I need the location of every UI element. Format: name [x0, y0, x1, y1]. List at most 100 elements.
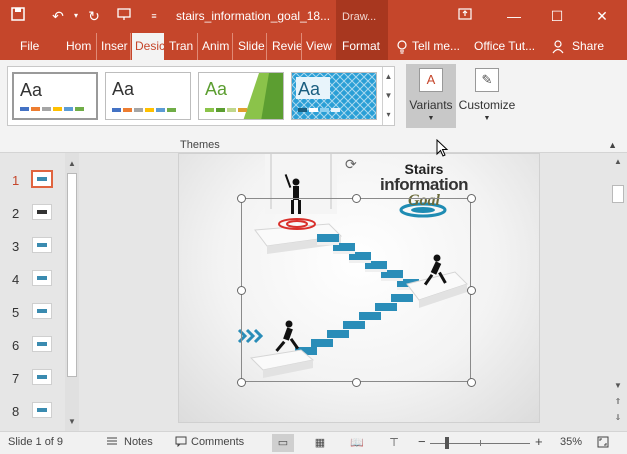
zoom-slider-center-mark: [480, 440, 481, 446]
slide-indicator: Slide 1 of 9: [8, 436, 64, 448]
close-icon[interactable]: ✕: [591, 6, 613, 26]
theme-blue-pattern[interactable]: Aa: [291, 72, 377, 120]
zoom-out-button[interactable]: −: [418, 434, 426, 449]
notes-button[interactable]: Notes: [124, 436, 153, 448]
slide-thumbnail-pane: 1 2 3 4 5 6 7 8 ▲ ▼: [0, 153, 82, 431]
slide-thumb-2[interactable]: 2: [8, 202, 70, 226]
tab-slideshow[interactable]: Slide: [238, 33, 267, 60]
theme-green[interactable]: Aa: [198, 72, 284, 120]
customize-icon: ✎: [475, 68, 499, 92]
resize-handle[interactable]: [237, 194, 246, 203]
slide-thumb-8[interactable]: 8: [8, 400, 70, 424]
previous-slide-icon[interactable]: ⇑: [611, 397, 625, 406]
slide-thumb-4[interactable]: 4: [8, 268, 70, 292]
slide-thumbnail[interactable]: [32, 303, 52, 319]
tab-review[interactable]: Revie: [272, 33, 302, 60]
resize-handle[interactable]: [237, 378, 246, 387]
tab-animations[interactable]: Anim: [202, 33, 233, 60]
tab-design[interactable]: Desic: [132, 33, 164, 60]
themes-group-label: Themes: [180, 139, 220, 151]
collapse-ribbon-icon[interactable]: ▲: [608, 140, 617, 150]
tab-home[interactable]: Hom: [66, 33, 97, 60]
scroll-up-icon[interactable]: ▲: [65, 157, 79, 171]
gallery-scroll[interactable]: ▲ ▼ ▾: [382, 67, 394, 125]
minimize-icon[interactable]: —: [503, 6, 525, 26]
ribbon-design: Aa Aa Aa Aa ▲ ▼ ▾ A Variants ▼ ✎ Customi…: [0, 60, 627, 153]
slide-thumb-3[interactable]: 3: [8, 235, 70, 259]
save-icon[interactable]: [8, 6, 28, 26]
slide-sorter-icon[interactable]: ▦: [309, 434, 331, 452]
resize-handle[interactable]: [467, 194, 476, 203]
variants-button[interactable]: A Variants ▼: [406, 64, 456, 128]
scroll-down-icon[interactable]: ▼: [611, 381, 625, 390]
gallery-down-icon[interactable]: ▼: [383, 86, 394, 105]
gallery-more-icon[interactable]: ▾: [383, 105, 394, 124]
themes-gallery: Aa Aa Aa Aa ▲ ▼ ▾: [7, 66, 395, 126]
theme-facet[interactable]: Aa: [105, 72, 191, 120]
window-title: stairs_information_goal_18...: [176, 9, 331, 23]
tab-file[interactable]: File: [20, 33, 48, 60]
resize-handle[interactable]: [352, 378, 361, 387]
rotate-handle-icon[interactable]: ⟳: [345, 156, 361, 172]
tab-format[interactable]: Format: [336, 33, 388, 60]
normal-view-icon[interactable]: ▭: [272, 434, 294, 452]
resize-handle[interactable]: [467, 378, 476, 387]
gallery-up-icon[interactable]: ▲: [383, 67, 394, 86]
slide-thumb-1[interactable]: 1: [8, 169, 70, 193]
customize-qat-icon[interactable]: ≡: [144, 6, 164, 26]
slide-thumbnail[interactable]: [32, 336, 52, 352]
selection-box: [241, 198, 471, 382]
comments-icon[interactable]: [175, 436, 187, 450]
resize-handle[interactable]: [237, 286, 246, 295]
slide-thumbnail[interactable]: [32, 402, 52, 418]
slide-thumb-5[interactable]: 5: [8, 301, 70, 325]
next-slide-icon[interactable]: ⇓: [611, 413, 625, 422]
title-bar: ↶ ▾ ↻ ≡ stairs_information_goal_18... Dr…: [0, 0, 627, 33]
ribbon-tab-row: File Hom Inser Desic Tran Anim Slide Rev…: [0, 33, 627, 60]
slide-scrollbar[interactable]: ▲ ▼ ⇑ ⇓: [609, 153, 627, 431]
slide-canvas[interactable]: Stairs information Goal ⟳: [178, 153, 540, 423]
thumbnail-scrollbar[interactable]: ▲ ▼: [65, 153, 79, 431]
slideshow-icon[interactable]: ⊤: [383, 434, 405, 452]
tab-transitions[interactable]: Tran: [169, 33, 198, 60]
drawing-tools-context-label: Draw...: [336, 0, 388, 33]
slide-thumb-6[interactable]: 6: [8, 334, 70, 358]
share-button[interactable]: Share: [572, 33, 606, 60]
comments-button[interactable]: Comments: [191, 436, 244, 448]
slide-thumbnail[interactable]: [31, 170, 53, 188]
notes-icon[interactable]: [106, 436, 118, 449]
ribbon-display-icon[interactable]: [454, 6, 476, 26]
scroll-down-icon[interactable]: ▼: [65, 415, 79, 429]
resize-handle[interactable]: [467, 286, 476, 295]
scrollbar-thumb[interactable]: [612, 185, 624, 203]
scrollbar-thumb[interactable]: [67, 173, 77, 377]
scroll-up-icon[interactable]: ▲: [611, 157, 625, 166]
maximize-icon[interactable]: ☐: [546, 6, 568, 26]
mouse-cursor-icon: [436, 139, 449, 157]
chevron-down-icon: ▼: [483, 115, 491, 122]
reading-view-icon[interactable]: 📖: [346, 434, 368, 452]
tab-view[interactable]: View: [306, 33, 335, 60]
present-icon[interactable]: [114, 6, 134, 26]
slide-thumbnail[interactable]: [32, 204, 52, 220]
tab-insert[interactable]: Inser: [101, 33, 131, 60]
zoom-in-button[interactable]: +: [535, 434, 543, 449]
tell-me-search[interactable]: Tell me...: [412, 33, 464, 60]
slide-thumbnail[interactable]: [32, 270, 52, 286]
undo-dropdown-icon[interactable]: ▾: [66, 6, 86, 26]
slide-thumb-7[interactable]: 7: [8, 367, 70, 391]
share-icon: [552, 33, 570, 60]
zoom-level[interactable]: 35%: [560, 436, 582, 448]
zoom-slider-knob[interactable]: [445, 437, 449, 449]
redo-icon[interactable]: ↻: [84, 6, 104, 26]
resize-handle[interactable]: [352, 194, 361, 203]
customize-button[interactable]: ✎ Customize ▼: [458, 64, 516, 128]
slide-thumbnail[interactable]: [32, 369, 52, 385]
undo-icon[interactable]: ↶: [48, 6, 68, 26]
theme-office[interactable]: Aa: [12, 72, 98, 120]
slide-thumbnail[interactable]: [32, 237, 52, 253]
fit-to-window-icon[interactable]: [597, 436, 609, 451]
title-line-information: information: [380, 175, 469, 194]
account-name[interactable]: Office Tut...: [474, 33, 542, 60]
status-bar: Slide 1 of 9 Notes Comments ▭ ▦ 📖 ⊤ − + …: [0, 431, 627, 454]
